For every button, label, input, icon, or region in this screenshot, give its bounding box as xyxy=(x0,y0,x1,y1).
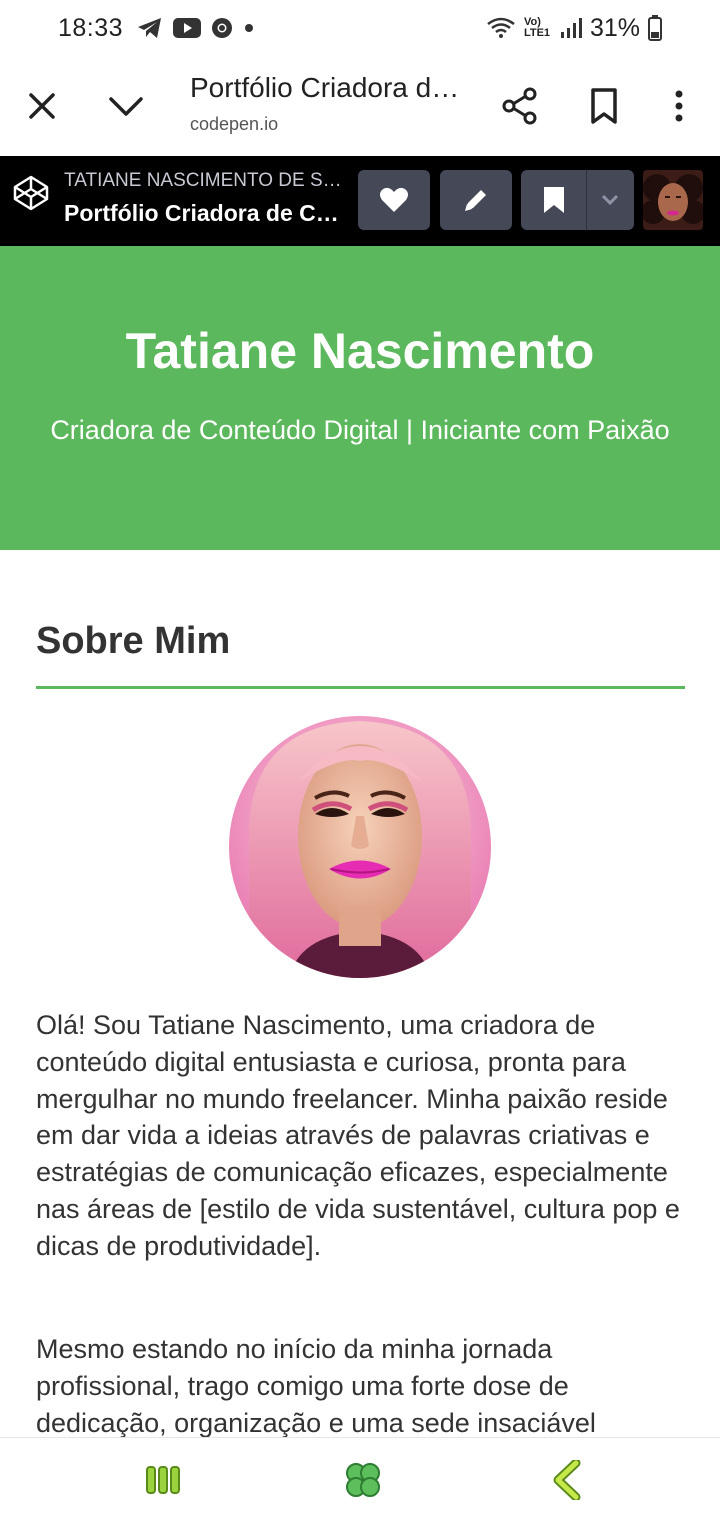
share-icon xyxy=(502,87,537,125)
browser-toolbar: Portfólio Criadora de Conteúdo Digital c… xyxy=(0,56,720,156)
more-options-button[interactable] xyxy=(664,86,694,126)
collection-dropdown[interactable] xyxy=(587,170,633,230)
bookmark-icon xyxy=(543,187,564,213)
home-clover-icon xyxy=(346,1463,380,1497)
hero-subtitle: Criadora de Conteúdo Digital | Iniciante… xyxy=(50,415,670,445)
codepen-header: TATIANE NASCIMENTO DE SOUZA Portfólio Cr… xyxy=(0,156,720,246)
home-button[interactable] xyxy=(343,1460,383,1500)
page-title-block: Portfólio Criadora de Conteúdo Digital c… xyxy=(190,72,470,135)
fork-edit-button[interactable] xyxy=(440,170,512,230)
avatar-image xyxy=(643,170,703,230)
chrome-icon xyxy=(211,17,233,39)
section-heading: Sobre Mim xyxy=(36,620,231,662)
share-button[interactable] xyxy=(500,86,540,126)
profile-image xyxy=(229,716,491,978)
chevron-down-icon xyxy=(109,97,143,116)
recent-apps-icon xyxy=(146,1466,180,1494)
status-time: 18:33 xyxy=(58,13,124,42)
dot-icon xyxy=(243,22,255,34)
status-bar: 18:33 Vo) LTE1 31% xyxy=(0,0,720,56)
more-vert-icon xyxy=(675,90,683,122)
browser-url: codepen.io xyxy=(190,114,279,134)
save-collection-button[interactable] xyxy=(521,170,634,230)
notification-icons xyxy=(137,17,255,39)
profile-photo xyxy=(229,716,491,978)
back-icon xyxy=(553,1458,581,1502)
signal-icon xyxy=(560,17,582,39)
battery-percent: 31% xyxy=(589,13,640,42)
user-avatar[interactable] xyxy=(643,170,703,230)
about-paragraph-1: Olá! Sou Tatiane Nascimento, uma criador… xyxy=(36,1010,680,1261)
bookmark-icon xyxy=(591,88,617,124)
telegram-icon xyxy=(137,17,163,39)
recent-apps-button[interactable] xyxy=(143,1460,183,1500)
hero-name: Tatiane Nascimento xyxy=(125,323,595,379)
youtube-icon xyxy=(173,18,202,38)
collection-button[interactable] xyxy=(521,170,587,230)
heart-icon xyxy=(380,187,408,212)
wifi-icon xyxy=(486,16,516,40)
pen-title: Portfólio Criadora de Conteúdo Digital xyxy=(64,200,349,226)
minimize-button[interactable] xyxy=(106,86,146,126)
back-button[interactable] xyxy=(548,1458,588,1502)
hero-banner: Tatiane Nascimento Criadora de Conteúdo … xyxy=(0,246,720,550)
browser-page-title: Portfólio Criadora de Conteúdo Digital xyxy=(190,72,470,103)
system-navigation-bar xyxy=(0,1437,720,1520)
section-divider xyxy=(36,686,685,689)
like-button[interactable] xyxy=(358,170,430,230)
codepen-logo-icon[interactable] xyxy=(12,174,50,212)
pencil-icon xyxy=(465,190,486,211)
close-tab-button[interactable] xyxy=(22,86,62,126)
about-paragraph-2: Mesmo estando no início da minha jornada… xyxy=(36,1334,596,1437)
pen-author[interactable]: TATIANE NASCIMENTO DE SOUZA xyxy=(64,170,354,192)
bookmark-button[interactable] xyxy=(586,86,622,126)
battery-icon xyxy=(648,15,662,41)
close-icon xyxy=(29,93,55,119)
chevron-down-icon xyxy=(601,194,619,206)
volte-icon: Vo) LTE1 xyxy=(523,16,551,39)
